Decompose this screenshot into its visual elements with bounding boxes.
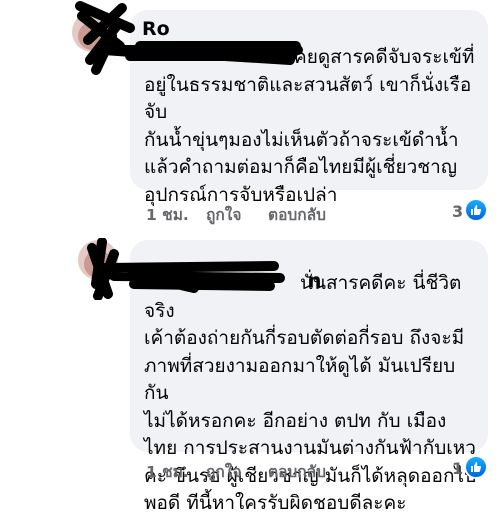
reply-button[interactable]: ตอบกลับ: [268, 459, 326, 484]
like-icon[interactable]: [464, 455, 488, 479]
comment-time[interactable]: 1 ชม.: [146, 459, 189, 484]
like-button[interactable]: ถูกใจ: [206, 202, 241, 227]
comment-time[interactable]: 1 ชม.: [146, 202, 189, 227]
reply-button[interactable]: ตอบกลับ: [268, 202, 326, 227]
reaction-count[interactable]: 3: [452, 202, 463, 221]
comment-bubble: Nn นั่นสารคดีคะ นี่ชีวิตจริง เค้าต้องถ่า…: [130, 240, 488, 514]
comment-author[interactable]: Ro: [142, 18, 170, 40]
comment-bubble: Ro คยดูสารคดีจับจระเข้ที่ อยู่ในธรรมชาติ…: [130, 10, 488, 206]
comment-text: คยดูสารคดีจับจระเข้ที่ อยู่ในธรรมชาติและ…: [144, 46, 475, 206]
like-icon[interactable]: [464, 198, 488, 222]
avatar[interactable]: [72, 12, 112, 52]
reaction-count[interactable]: 1: [452, 459, 463, 478]
like-button[interactable]: ถูกใจ: [206, 459, 241, 484]
avatar[interactable]: [78, 240, 118, 280]
